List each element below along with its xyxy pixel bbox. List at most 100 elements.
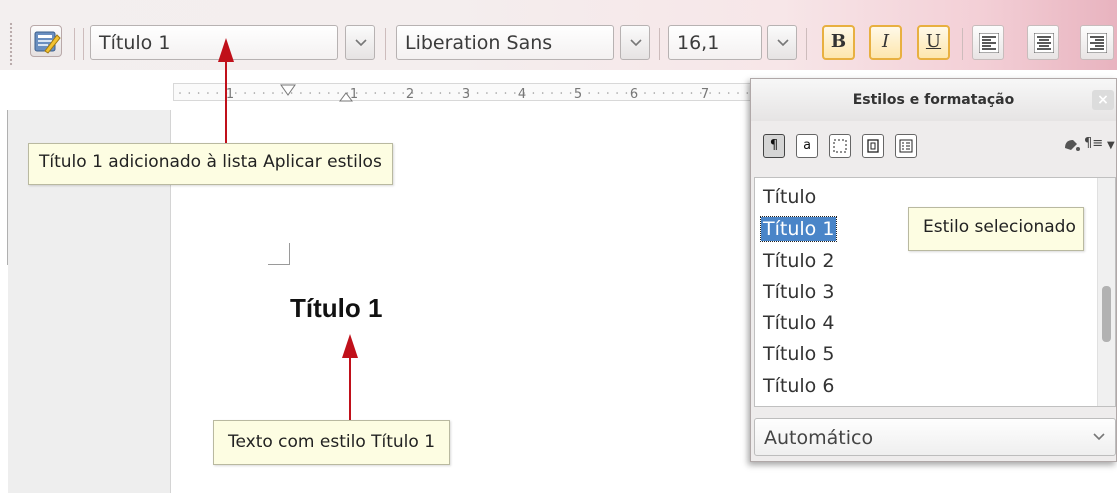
document-heading[interactable]: Título 1 xyxy=(290,293,382,324)
ruler-dot xyxy=(727,92,730,94)
style-filter-value: Automático xyxy=(764,427,874,449)
align-right-button[interactable] xyxy=(1080,25,1114,60)
ruler-dot xyxy=(448,92,451,94)
callout-heading-style: Texto com estilo Título 1 xyxy=(213,420,451,465)
ruler-number: 1 xyxy=(226,87,234,102)
callout-selected-style: Estilo selecionado xyxy=(908,207,1084,251)
ruler-number: 2 xyxy=(406,87,414,102)
ruler-dot xyxy=(374,92,377,94)
ruler-dot xyxy=(328,92,330,94)
close-icon[interactable]: × xyxy=(1092,90,1114,110)
style-item-titulo-3[interactable]: Título 3 xyxy=(763,280,834,304)
ruler-dot xyxy=(309,92,311,94)
frame-icon xyxy=(833,139,847,153)
ruler-dot xyxy=(458,92,460,94)
text-boundary-corner xyxy=(268,243,290,265)
ruler-dot xyxy=(244,92,246,94)
style-item-titulo-4[interactable]: Título 4 xyxy=(763,311,834,335)
ruler-number: 7 xyxy=(701,87,709,102)
ruler-dot xyxy=(690,92,693,94)
first-line-indent-marker xyxy=(280,84,296,96)
ruler-dot xyxy=(235,92,237,94)
new-style-icon[interactable]: ¶≡ xyxy=(1084,136,1103,151)
font-size-dropdown[interactable] xyxy=(767,25,797,60)
ruler-dot xyxy=(402,92,404,94)
styles-formatting-panel: Estilos e formatação × ¶ a ¶≡ ▼ Título T… xyxy=(750,78,1117,462)
ruler-dot xyxy=(625,92,628,94)
font-size-combo[interactable]: 16,1 xyxy=(668,25,762,60)
ruler-dot xyxy=(709,92,711,94)
panel-title: Estilos e formatação xyxy=(751,79,1116,121)
bold-button[interactable]: B xyxy=(822,25,855,60)
apply-style-combo[interactable]: Título 1 xyxy=(90,25,338,60)
style-item-titulo-2[interactable]: Título 2 xyxy=(763,249,834,273)
ruler-dot xyxy=(383,92,386,94)
ruler-dot xyxy=(504,92,507,94)
chevron-down-icon xyxy=(777,39,789,47)
ruler-dot xyxy=(541,92,544,94)
ruler-dot xyxy=(262,92,265,94)
styles-formatting-button[interactable] xyxy=(30,25,62,57)
ruler-dot xyxy=(718,92,721,94)
callout-apply-list: Título 1 adicionado à lista Aplicar esti… xyxy=(28,143,393,185)
ruler-dot xyxy=(272,92,274,94)
font-name-value: Liberation Sans xyxy=(405,32,553,54)
italic-button[interactable]: I xyxy=(869,25,902,60)
scrollbar-thumb[interactable] xyxy=(1102,286,1111,342)
chevron-down-icon xyxy=(1093,433,1105,441)
ruler-dot xyxy=(197,92,200,94)
chevron-down-icon xyxy=(630,39,642,47)
ruler-dot xyxy=(207,92,209,94)
ruler-dot xyxy=(290,92,293,94)
styles-menu-icon[interactable]: ▼ xyxy=(1107,140,1115,151)
ruler-dot xyxy=(253,92,256,94)
ruler-dot xyxy=(551,92,553,94)
character-styles-button[interactable]: a xyxy=(796,134,818,158)
style-item-titulo-5[interactable]: Título 5 xyxy=(763,342,834,366)
style-list-scrollbar[interactable] xyxy=(1097,178,1115,406)
ruler-number: 6 xyxy=(630,87,638,102)
ruler-dot xyxy=(662,92,665,94)
apply-style-dropdown[interactable] xyxy=(345,25,375,60)
page-icon xyxy=(867,139,879,153)
font-name-dropdown[interactable] xyxy=(620,25,650,60)
list-styles-button[interactable] xyxy=(895,134,917,158)
ruler-dot xyxy=(439,92,442,94)
ruler-dot xyxy=(486,92,488,94)
underline-button[interactable]: U xyxy=(917,25,950,60)
formatting-toolbar: Título 1 Liberation Sans 16,1 B I U xyxy=(0,0,1117,70)
ruler-dot xyxy=(607,92,609,94)
apply-style-value: Título 1 xyxy=(99,32,171,54)
style-item-titulo-6[interactable]: Título 6 xyxy=(763,374,834,398)
fill-format-icon[interactable] xyxy=(1063,136,1081,156)
align-center-button[interactable] xyxy=(1027,25,1059,60)
page-styles-button[interactable] xyxy=(862,134,884,158)
style-item-titulo-1[interactable]: Título 1 xyxy=(759,216,838,242)
ruler-dot xyxy=(365,92,367,94)
horizontal-ruler[interactable]: 11234567 xyxy=(173,83,753,102)
ruler-number: 3 xyxy=(462,87,470,102)
ruler-number: 5 xyxy=(574,87,582,102)
align-left-icon xyxy=(979,33,999,53)
ruler-dot xyxy=(188,92,191,94)
ruler-dot xyxy=(588,92,590,94)
frame-styles-button[interactable] xyxy=(829,134,851,158)
toolbar-grip[interactable] xyxy=(9,22,13,66)
paragraph-styles-button[interactable]: ¶ xyxy=(763,134,785,158)
align-left-button[interactable] xyxy=(972,25,1004,60)
ruler-dot xyxy=(393,92,395,94)
ruler-dot xyxy=(653,92,656,94)
style-filter-select[interactable]: Automático xyxy=(754,418,1116,456)
ruler-dot xyxy=(569,92,572,94)
ruler-dot xyxy=(746,92,749,94)
ruler-dot xyxy=(532,92,535,94)
ruler-dot xyxy=(737,92,739,94)
font-size-value: 16,1 xyxy=(677,32,720,54)
ruler-dot xyxy=(179,92,181,94)
style-item-titulo[interactable]: Título xyxy=(763,185,816,209)
ruler-dot xyxy=(616,92,618,94)
styles-formatting-icon xyxy=(34,31,61,54)
ruler-dot xyxy=(672,92,674,94)
ruler-dot xyxy=(337,92,339,94)
font-name-combo[interactable]: Liberation Sans xyxy=(396,25,614,60)
